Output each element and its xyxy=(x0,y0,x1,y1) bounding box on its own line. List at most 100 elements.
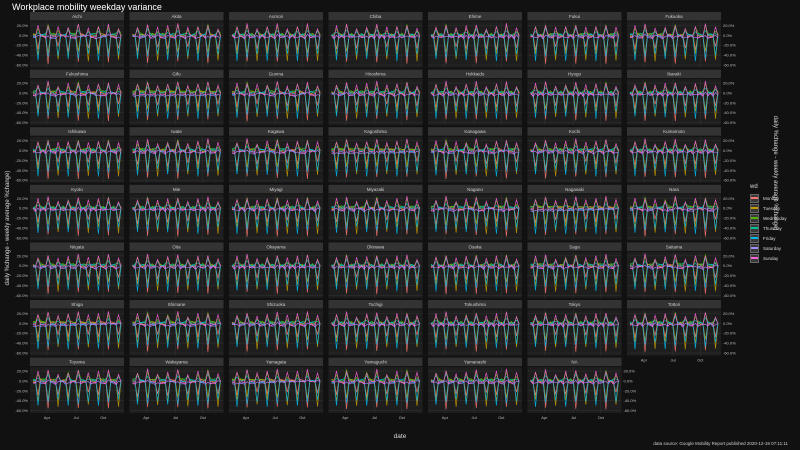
facet-panel: Hokkaido xyxy=(428,69,522,126)
facet-strip-label: Yamagata xyxy=(266,360,287,365)
y-tick-label: -40.0% xyxy=(723,283,736,288)
facet-panel: Kyoto 20.0% 0.0% -20.0% -40.0% -60.0% xyxy=(15,184,124,240)
x-tick-label: Apr xyxy=(442,415,449,420)
x-tick-label: Apr xyxy=(641,358,648,363)
facet-strip-label: Shiga xyxy=(71,302,83,307)
facet-panel: Kanagawa xyxy=(428,127,522,183)
facet-strip-label: Aomori xyxy=(269,14,283,19)
x-tick-label: Oct xyxy=(697,358,704,363)
facet-panel: Niigata 20.0% 0.0% -20.0% -40.0% -60.0% xyxy=(15,242,124,298)
y-tick-label: 0.0% xyxy=(19,206,29,211)
facet-panel: Kagawa xyxy=(229,127,323,183)
y-tick-label: -20.0% xyxy=(15,100,28,105)
facet-panel: Kagoshima xyxy=(328,127,423,183)
x-tick-label: Jul xyxy=(272,415,277,420)
y-tick-label: -60.0% xyxy=(15,408,28,413)
facet-panel: Gunma xyxy=(229,69,323,126)
y-tick-label: -40.0% xyxy=(723,225,736,230)
facet-strip-label: Nara xyxy=(669,187,679,192)
facet-strip-label: Miyagi xyxy=(269,187,282,192)
facet-strip-label: Osaka xyxy=(468,244,482,249)
facet-panel: Ehime xyxy=(428,12,522,68)
facet-strip-label: Saitama xyxy=(666,244,683,249)
facet-strip-label: Yamaguchi xyxy=(364,360,386,365)
facet-strip-label: Fukui xyxy=(569,14,580,19)
facet-strip-label: Okayama xyxy=(266,244,286,249)
y-tick-label: -60.0% xyxy=(15,178,28,183)
x-tick-label: Oct xyxy=(598,415,605,420)
facet-strip-label: Iwate xyxy=(171,129,182,134)
facet-strip-label: Niigata xyxy=(70,244,85,249)
facet-strip-label: Okinawa xyxy=(367,244,385,249)
facet-panel: Hiroshima xyxy=(328,69,423,126)
y-tick-label: -40.0% xyxy=(15,225,28,230)
facet-strip-label: Chiba xyxy=(370,14,382,19)
facet-strip-label: Akita xyxy=(171,14,182,19)
facet-strip-label: Hokkaido xyxy=(466,72,485,77)
facet-panel: Miyagi xyxy=(229,184,323,241)
facet-panel: Fukuoka 20.0% 0.0% -20.0% -40.0% -60.0% xyxy=(627,12,736,68)
facet-panel: Aomori xyxy=(229,12,323,68)
y-tick-label: -60.0% xyxy=(723,235,736,240)
y-tick-label: 20.0% xyxy=(17,138,29,143)
x-tick-label: Jul xyxy=(471,415,476,420)
y-tick-label: -40.0% xyxy=(15,398,28,403)
facet-panel: Ishikawa 20.0% 0.0% -20.0% -40.0% -60.0% xyxy=(15,127,124,183)
facet-chart: Aichi 20.0% 0.0% -20.0% -40.0% -60.0% Akita Aom… xyxy=(15,12,736,420)
y-tick-label: 20.0% xyxy=(624,369,636,374)
y-tick-label: 0.0% xyxy=(723,90,733,95)
facet-strip-label: Miyazaki xyxy=(367,187,385,192)
facet-strip-label: Mie xyxy=(173,187,181,192)
x-tick-label: Oct xyxy=(100,415,107,420)
facet-panel: Osaka xyxy=(428,242,522,298)
facet-panel: Kumamoto 20.0% 0.0% -20.0% -40.0% -60.0% xyxy=(627,127,736,183)
y-tick-label: 0.0% xyxy=(19,263,29,268)
facet-panel: NA 20.0% 0.0% -20.0% -40.0% -60.0% Apr Jul Oct xyxy=(527,357,637,420)
y-tick-label: -60.0% xyxy=(723,120,736,125)
facet-panel: Okayama xyxy=(229,242,323,298)
facet-panel: Saitama 20.0% 0.0% -20.0% -40.0% -60.0% xyxy=(627,242,736,298)
y-tick-label: -20.0% xyxy=(15,43,28,48)
facet-strip-label: Wakayama xyxy=(165,360,188,365)
x-tick-label: Apr xyxy=(143,415,150,420)
y-tick-label: -60.0% xyxy=(15,351,28,356)
y-tick-label: -40.0% xyxy=(15,283,28,288)
facet-strip-label: Kanagawa xyxy=(464,129,486,134)
y-tick-label: -20.0% xyxy=(723,273,736,278)
facet-panel: Nagasaki xyxy=(527,184,622,241)
facet-strip-label: Kochi xyxy=(569,129,580,134)
facet-strip-label: Saga xyxy=(569,244,580,249)
facet-panel: Yamaguchi Apr Jul Oct xyxy=(328,357,423,420)
x-tick-label: Oct xyxy=(299,415,306,420)
y-tick-label: 20.0% xyxy=(17,196,29,201)
y-tick-label: -20.0% xyxy=(723,331,736,336)
facet-panel: Aichi 20.0% 0.0% -20.0% -40.0% -60.0% xyxy=(15,12,124,68)
y-tick-label: -40.0% xyxy=(15,110,28,115)
facet-panel: Yamanashi Apr Jul Oct xyxy=(428,357,522,420)
y-tick-label: 20.0% xyxy=(723,311,735,316)
facet-panel: Gifu xyxy=(129,69,224,126)
y-tick-label: 20.0% xyxy=(723,23,735,28)
facet-panel: Toyama 20.0% 0.0% -20.0% -40.0% -60.0% Apr Jul O… xyxy=(15,357,124,420)
facet-panel: Okinawa xyxy=(328,242,423,298)
x-tick-label: Jul xyxy=(571,415,576,420)
facet-panel: Ibaraki 20.0% 0.0% -20.0% -40.0% -60.0% xyxy=(627,69,736,125)
facet-panel: Mie xyxy=(129,184,224,241)
facet-panel: Iwate xyxy=(129,127,224,183)
y-tick-label: 0.0% xyxy=(723,33,733,38)
facet-panel: Tokyo xyxy=(527,300,622,356)
facet-strip-label: Ehime xyxy=(469,14,482,19)
y-tick-label: -40.0% xyxy=(723,168,736,173)
facet-strip-label: Hiroshima xyxy=(365,72,386,77)
y-tick-label: -60.0% xyxy=(15,293,28,298)
x-tick-label: Oct xyxy=(498,415,505,420)
facet-panel: Shizuoka xyxy=(229,300,323,356)
x-tick-label: Oct xyxy=(399,415,406,420)
facet-panel: Wakayama Apr Jul Oct xyxy=(129,357,224,420)
facet-strip-label: NA xyxy=(571,360,577,365)
x-tick-label: Jul xyxy=(173,415,178,420)
y-tick-label: 0.0% xyxy=(624,378,634,383)
facet-panel: Fukui xyxy=(527,12,622,68)
x-tick-label: Jul xyxy=(372,415,377,420)
x-tick-label: Apr xyxy=(44,415,51,420)
